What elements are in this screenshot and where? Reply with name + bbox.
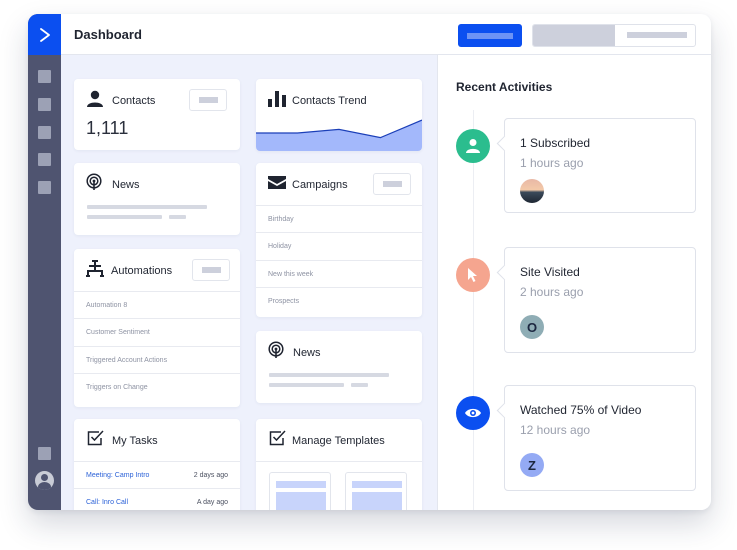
contacts-count: 1,111 (86, 118, 129, 138)
activity-item[interactable]: 1 Subscribed 1 hours ago (504, 118, 696, 213)
logo-button[interactable] (28, 14, 61, 55)
activity-title: Watched 75% of Video (520, 403, 642, 417)
panel-title: Recent Activities (456, 80, 553, 94)
sidebar-item-5[interactable] (38, 181, 51, 194)
automation-item[interactable]: Triggers on Change (74, 373, 240, 400)
activity-type-icon (456, 396, 490, 430)
campaigns-card: Campaigns Birthday Holiday New this week… (256, 163, 422, 317)
automations-options-button[interactable] (192, 259, 230, 281)
card-title: My Tasks (112, 435, 158, 447)
activity-type-icon (456, 129, 490, 163)
eye-icon (465, 408, 481, 418)
task-link[interactable]: Call: Inro Call (86, 489, 128, 510)
task-time: A day ago (196, 499, 228, 506)
contact-avatar[interactable] (520, 179, 544, 203)
card-title: Automations (111, 265, 173, 277)
person-icon (466, 139, 480, 153)
activity-type-icon (456, 258, 490, 292)
segmented-control (532, 24, 696, 47)
manage-templates-card: Manage Templates (256, 419, 422, 510)
template-thumbnail[interactable] (269, 472, 331, 510)
contacts-options-button[interactable] (189, 89, 227, 111)
news-card[interactable]: News (74, 163, 240, 235)
card-title: Campaigns (292, 179, 348, 191)
activity-title: Site Visited (520, 265, 580, 279)
contacts-trend-card[interactable]: Contacts Trend (256, 79, 422, 151)
checkbox-icon (269, 430, 286, 446)
chevron-right-icon (39, 27, 50, 42)
campaign-item[interactable]: Holiday (256, 232, 422, 259)
task-item: Meeting: Camp Intro 2 days ago (74, 461, 240, 488)
sidebar (28, 14, 61, 510)
task-link[interactable]: Meeting: Camp Intro (86, 462, 149, 489)
segment-option-2[interactable] (627, 32, 687, 38)
template-thumbnail[interactable] (345, 472, 407, 510)
activity-time: 12 hours ago (520, 423, 591, 437)
contact-avatar[interactable]: O (520, 315, 544, 339)
top-header: Dashboard (61, 14, 711, 55)
placeholder-line (269, 373, 389, 377)
campaign-item[interactable]: Prospects (256, 287, 422, 314)
placeholder-line (87, 215, 162, 219)
timeline-line (473, 110, 474, 510)
page-title: Dashboard (74, 27, 142, 42)
my-tasks-card: My Tasks Meeting: Camp Intro 2 days ago … (74, 419, 240, 510)
sidebar-item-3[interactable] (38, 126, 51, 139)
activity-title: 1 Subscribed (520, 136, 591, 150)
primary-action-button[interactable] (458, 24, 522, 47)
checkbox-icon (87, 430, 104, 446)
sidebar-item-4[interactable] (38, 153, 51, 166)
user-avatar-icon[interactable] (35, 471, 54, 490)
activity-time: 1 hours ago (520, 156, 584, 170)
placeholder-line (351, 383, 368, 387)
podcast-icon (268, 341, 284, 358)
campaign-item[interactable]: Birthday (256, 205, 422, 232)
trend-area (256, 120, 422, 151)
automation-item[interactable]: Customer Sentiment (74, 318, 240, 345)
automations-card: Automations Automation 8 Customer Sentim… (74, 249, 240, 407)
campaign-item[interactable]: New this week (256, 260, 422, 287)
hierarchy-icon (86, 260, 104, 277)
placeholder-line (169, 215, 186, 219)
sidebar-item-1[interactable] (38, 70, 51, 83)
contact-avatar[interactable]: Z (520, 453, 544, 477)
activity-item[interactable]: Watched 75% of Video 12 hours ago Z (504, 385, 696, 491)
card-title: Contacts (112, 95, 156, 107)
cursor-icon (468, 268, 477, 282)
card-title: News (112, 179, 140, 191)
placeholder-line (87, 205, 207, 209)
recent-activities-panel: Recent Activities 1 Subscribed 1 hours a… (437, 55, 711, 510)
contacts-card[interactable]: Contacts 1,111 (74, 79, 240, 150)
placeholder-line (269, 383, 344, 387)
bar-chart-icon (268, 91, 286, 107)
segment-option-1[interactable] (533, 25, 615, 46)
news-card[interactable]: News (256, 331, 422, 403)
automation-item[interactable]: Automation 8 (74, 291, 240, 318)
card-title: Manage Templates (292, 435, 385, 447)
divider (256, 461, 422, 462)
task-time: 2 days ago (193, 472, 228, 479)
task-item: Call: Inro Call A day ago (74, 488, 240, 510)
sidebar-item-settings[interactable] (38, 447, 51, 460)
podcast-icon (86, 173, 102, 190)
card-title: News (293, 347, 321, 359)
activity-time: 2 hours ago (520, 285, 584, 299)
card-title: Contacts Trend (292, 95, 367, 107)
person-icon (87, 90, 103, 107)
trend-chart (256, 119, 422, 151)
sidebar-item-2[interactable] (38, 98, 51, 111)
automation-item[interactable]: Triggered Account Actions (74, 346, 240, 373)
campaigns-options-button[interactable] (373, 173, 411, 195)
app-window: Dashboard Contacts 1,111 News Automation… (28, 14, 711, 510)
activity-item[interactable]: Site Visited 2 hours ago O (504, 247, 696, 353)
envelope-icon (268, 176, 286, 189)
